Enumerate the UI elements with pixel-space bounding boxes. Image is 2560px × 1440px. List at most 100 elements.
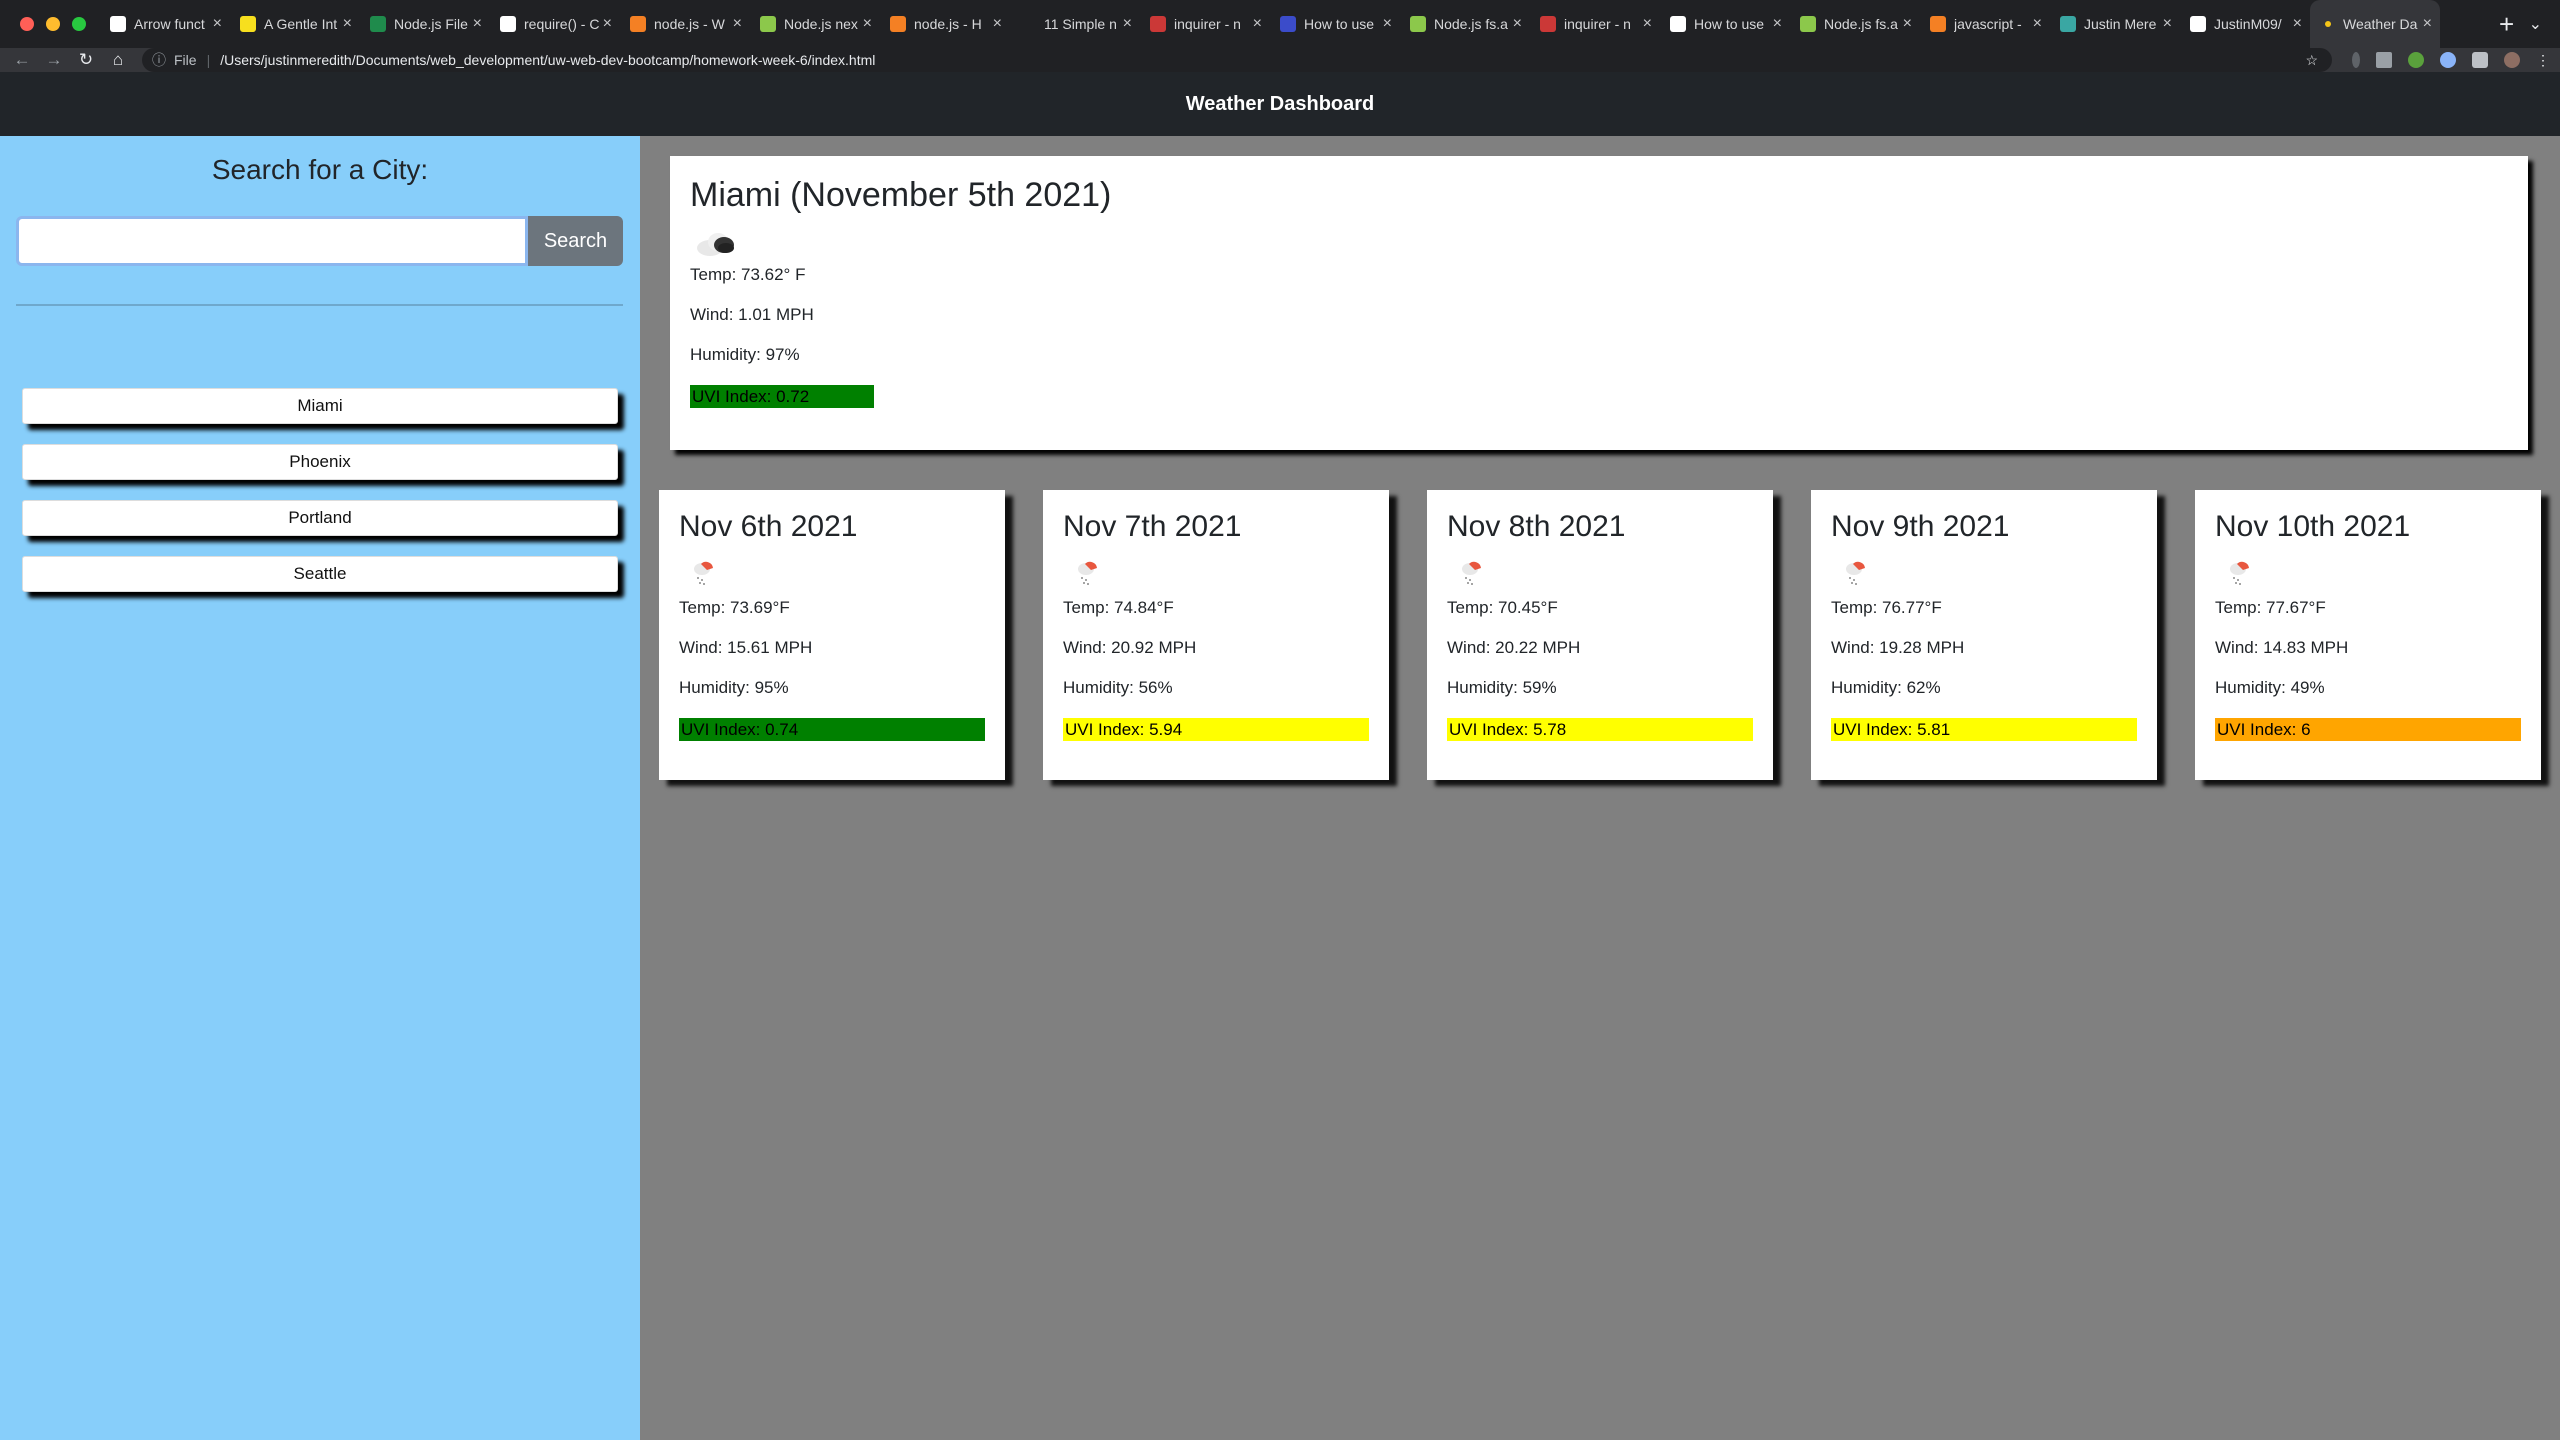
history-button-seattle[interactable]: Seattle — [22, 556, 618, 592]
tab-search-icon[interactable]: ⌄ — [2529, 14, 2560, 34]
browser-tab[interactable]: Node.js fs.a × — [1400, 0, 1530, 48]
tab-title: Weather Da — [2343, 16, 2418, 32]
tab-title: Node.js nex — [784, 16, 858, 32]
tab-title: Node.js fs.a — [1434, 16, 1508, 32]
search-button[interactable]: Search — [528, 216, 623, 266]
stackoverflow-icon — [630, 16, 646, 32]
stackoverflow-icon — [1930, 16, 1946, 32]
browser-tab[interactable]: node.js - W × — [620, 0, 750, 48]
forecast-card: Nov 9th 2021 Temp: 76.77°F Wind: 19.28 M… — [1811, 490, 2157, 780]
github-icon — [2190, 16, 2206, 32]
puzzle-icon[interactable] — [2472, 52, 2488, 68]
city-search-input[interactable] — [16, 216, 528, 266]
back-icon[interactable]: ← — [6, 50, 38, 70]
browser-tab[interactable]: Node.js fs.a × — [1790, 0, 1920, 48]
arrow-icon — [110, 16, 126, 32]
reader-icon[interactable] — [2376, 52, 2392, 68]
forecast-date: Nov 6th 2021 — [679, 510, 858, 543]
tab-title: How to use — [1694, 16, 1765, 32]
browser-tab[interactable]: node.js - H × — [880, 0, 1010, 48]
browser-tab[interactable]: inquirer - n × — [1530, 0, 1660, 48]
js-icon — [1280, 16, 1296, 32]
profile-icon — [2060, 16, 2076, 32]
forecast-humidity: Humidity: 56% — [1063, 678, 1173, 697]
forecast-uvi-badge: UVI Index: 0.74 — [679, 718, 985, 741]
close-tab-icon[interactable]: × — [1253, 15, 1262, 33]
close-tab-icon[interactable]: × — [2033, 15, 2042, 33]
browser-tab[interactable]: JustinM09/ × — [2180, 0, 2310, 48]
bookmark-star-icon[interactable]: ☆ — [2305, 52, 2318, 69]
history-button-phoenix[interactable]: Phoenix — [22, 444, 618, 480]
npm-icon — [1150, 16, 1166, 32]
close-tab-icon[interactable]: × — [733, 15, 742, 33]
history-button-portland[interactable]: Portland — [22, 500, 618, 536]
kebab-menu-icon[interactable]: ⋮ — [2536, 52, 2550, 68]
avatar[interactable] — [2504, 52, 2520, 68]
browser-tab[interactable]: require() - C × — [490, 0, 620, 48]
forecast-humidity: Humidity: 49% — [2215, 678, 2325, 697]
tree-extension-icon[interactable] — [2408, 52, 2424, 68]
close-window-button[interactable] — [20, 17, 34, 31]
close-tab-icon[interactable]: × — [603, 15, 612, 33]
forecast-card: Nov 6th 2021 Temp: 73.69°F Wind: 15.61 M… — [659, 490, 1005, 780]
node-icon — [1800, 16, 1816, 32]
minimize-window-button[interactable] — [46, 17, 60, 31]
close-tab-icon[interactable]: × — [1123, 15, 1132, 33]
extension-icon[interactable] — [2352, 52, 2360, 68]
forecast-card: Nov 7th 2021 Temp: 74.84°F Wind: 20.92 M… — [1043, 490, 1389, 780]
browser-tab[interactable]: Node.js nex × — [750, 0, 880, 48]
browser-tab[interactable]: Justin Mere × — [2050, 0, 2180, 48]
tab-title: node.js - H — [914, 16, 982, 32]
forecast-date: Nov 8th 2021 — [1447, 510, 1626, 543]
browser-tab[interactable]: Weather Da × — [2310, 0, 2440, 48]
close-tab-icon[interactable]: × — [473, 15, 482, 33]
home-icon[interactable]: ⌂ — [102, 50, 134, 70]
browser-tab[interactable]: A Gentle Int × — [230, 0, 360, 48]
page-icon — [1670, 16, 1686, 32]
close-tab-icon[interactable]: × — [1903, 15, 1912, 33]
extension-icon[interactable] — [2440, 52, 2456, 68]
w-icon — [370, 16, 386, 32]
divider — [16, 304, 623, 306]
tab-strip: Arrow funct × A Gentle Int × Node.js File × re… — [100, 0, 2485, 48]
browser-tab[interactable]: javascript - × — [1920, 0, 2050, 48]
url-text[interactable]: /Users/justinmeredith/Documents/web_deve… — [220, 52, 875, 68]
current-humidity: Humidity: 97% — [690, 345, 800, 364]
browser-tab[interactable]: How to use × — [1660, 0, 1790, 48]
close-tab-icon[interactable]: × — [1773, 15, 1782, 33]
close-tab-icon[interactable]: × — [213, 15, 222, 33]
browser-tab[interactable]: 11 Simple n × — [1010, 0, 1140, 48]
forward-icon[interactable]: → — [38, 50, 70, 70]
close-tab-icon[interactable]: × — [993, 15, 1002, 33]
tab-title: require() - C — [524, 16, 599, 32]
forecast-wind: Wind: 14.83 MPH — [2215, 638, 2349, 657]
browser-tab[interactable]: inquirer - n × — [1140, 0, 1270, 48]
tab-title: Arrow funct — [134, 16, 205, 32]
browser-tab[interactable]: Node.js File × — [360, 0, 490, 48]
browser-tab[interactable]: How to use × — [1270, 0, 1400, 48]
history-button-miami[interactable]: Miami — [22, 388, 618, 424]
browser-tab[interactable]: Arrow funct × — [100, 0, 230, 48]
address-bar[interactable]: ⓘ File | /Users/justinmeredith/Documents… — [142, 48, 2332, 72]
close-tab-icon[interactable]: × — [2163, 15, 2172, 33]
forecast-temp: Temp: 70.45°F — [1447, 598, 1558, 617]
rain-icon — [2225, 558, 2255, 588]
forecast-temp: Temp: 77.67°F — [2215, 598, 2326, 617]
forecast-humidity: Humidity: 95% — [679, 678, 789, 697]
close-tab-icon[interactable]: × — [863, 15, 872, 33]
forecast-temp: Temp: 74.84°F — [1063, 598, 1174, 617]
close-tab-icon[interactable]: × — [1513, 15, 1522, 33]
search-heading: Search for a City: — [211, 154, 429, 185]
close-tab-icon[interactable]: × — [1383, 15, 1392, 33]
close-tab-icon[interactable]: × — [2293, 15, 2302, 33]
info-icon[interactable]: ⓘ — [152, 50, 166, 70]
close-tab-icon[interactable]: × — [2423, 15, 2432, 33]
new-tab-button[interactable]: + — [2485, 9, 2529, 40]
close-tab-icon[interactable]: × — [343, 15, 352, 33]
browser-tab-bar: Arrow funct × A Gentle Int × Node.js File × re… — [0, 0, 2560, 48]
close-tab-icon[interactable]: × — [1643, 15, 1652, 33]
reload-icon[interactable]: ↻ — [70, 50, 102, 70]
window-controls — [0, 17, 100, 31]
zoom-window-button[interactable] — [72, 17, 86, 31]
stackoverflow-icon — [890, 16, 906, 32]
